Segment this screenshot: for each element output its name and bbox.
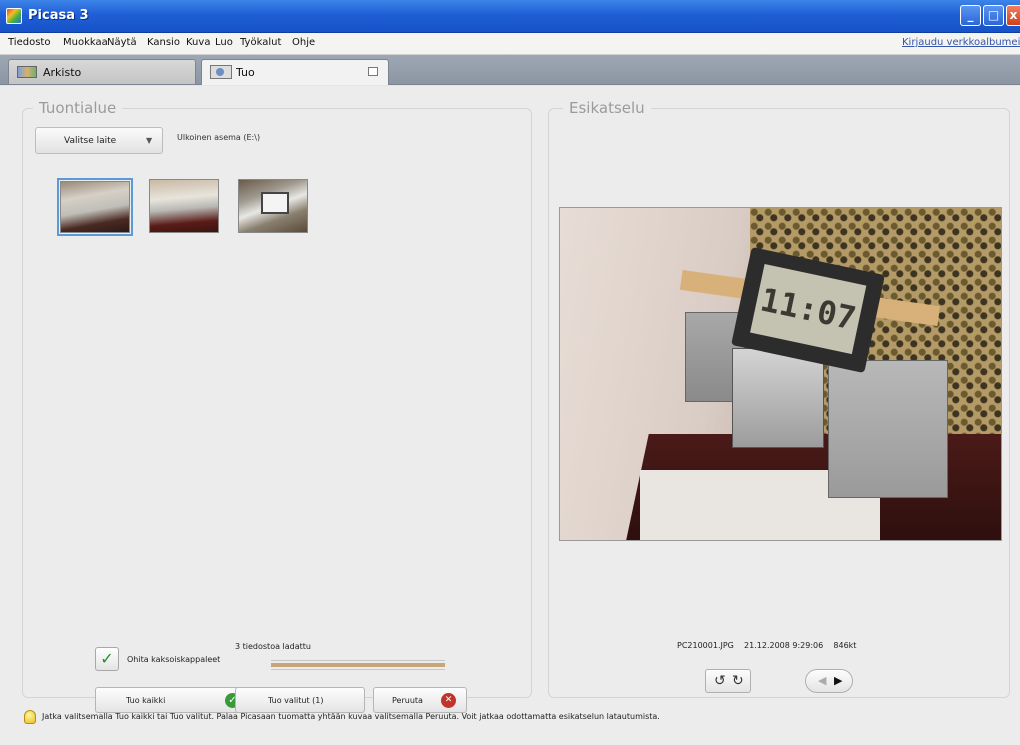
menu-nayta[interactable]: Näytä (107, 37, 137, 48)
nav-buttons: ◀ ▶ (805, 669, 853, 693)
thumbnail-1[interactable] (57, 178, 133, 236)
minimize-button[interactable]: _ (960, 5, 981, 26)
signin-link[interactable]: Kirjaudu verkkoalbumeihin (902, 37, 1020, 48)
import-view: Tuontialue Valitse laite ▼ Ulkoinen asem… (0, 86, 1020, 745)
tab-strip: Arkisto Tuo (0, 55, 1020, 85)
import-selected-label: Tuo valitut (1) (268, 696, 324, 705)
skip-duplicates-checkbox[interactable]: ✓ (95, 647, 119, 671)
library-icon (17, 66, 37, 78)
maximize-button[interactable]: □ (983, 5, 1004, 26)
preview-stereo (732, 348, 824, 448)
hint-text: Jatka valitsemalla Tuo kaikki tai Tuo va… (42, 712, 660, 721)
lightbulb-icon (24, 710, 36, 724)
drive-label: Ulkoinen asema (E:\) (177, 133, 261, 142)
rotate-buttons: ↺ ↻ (705, 669, 751, 693)
picasa-logo-icon (6, 8, 22, 24)
skip-duplicates-label: Ohita kaksoiskappaleet (127, 655, 221, 664)
next-icon[interactable]: ▶ (834, 674, 842, 687)
tab-arkisto[interactable]: Arkisto (8, 59, 196, 84)
thumbnail-3[interactable] (238, 179, 308, 233)
tab-close-icon[interactable] (368, 67, 378, 76)
tab-tuo[interactable]: Tuo (201, 59, 389, 85)
menu-muokkaa[interactable]: Muokkaa (63, 37, 108, 48)
preview-file-info: PC210001.JPG 21.12.2008 9:29:06 846kt (677, 641, 856, 650)
cancel-circle-icon: ✕ (441, 693, 456, 708)
preview-panel: Esikatselu 11:07 PC210001.JPG 21.12.2008… (548, 99, 1010, 698)
select-device-label: Valitse laite (64, 136, 117, 146)
preview-filename: PC210001.JPG (677, 641, 734, 650)
chevron-down-icon: ▼ (146, 136, 153, 145)
preview-speaker-right (828, 360, 948, 498)
previous-icon[interactable]: ◀ (818, 674, 826, 687)
menu-luo[interactable]: Luo (215, 37, 233, 48)
preview-title: Esikatselu (563, 99, 651, 117)
menu-kansio[interactable]: Kansio (147, 37, 180, 48)
progress-label: 3 tiedostoa ladattu (235, 642, 311, 651)
cancel-label: Peruuta (392, 696, 423, 705)
import-area-title: Tuontialue (33, 99, 123, 117)
rotate-right-icon[interactable]: ↻ (732, 673, 744, 689)
menu-tiedosto[interactable]: Tiedosto (8, 37, 50, 48)
cancel-button[interactable]: Peruuta ✕ (373, 687, 467, 713)
menu-kuva[interactable]: Kuva (186, 37, 210, 48)
window-title: Picasa 3 (28, 8, 89, 23)
import-all-button[interactable]: Tuo kaikki ✓ (95, 687, 251, 713)
import-selected-button[interactable]: Tuo valitut (1) (235, 687, 365, 713)
close-button[interactable]: x (1006, 5, 1020, 26)
preview-datetime: 21.12.2008 9:29:06 (744, 641, 824, 650)
import-area-panel: Tuontialue Valitse laite ▼ Ulkoinen asem… (22, 99, 532, 713)
import-all-label: Tuo kaikki (126, 696, 166, 705)
import-icon (210, 65, 232, 79)
rotate-left-icon[interactable]: ↺ (714, 673, 726, 689)
preview-image: 11:07 (559, 207, 1002, 541)
thumbnail-2[interactable] (149, 179, 219, 233)
tab-label: Arkisto (43, 66, 82, 79)
select-device-dropdown[interactable]: Valitse laite ▼ (35, 127, 163, 154)
menu-ohje[interactable]: Ohje (292, 37, 315, 48)
preview-clock-display: 11:07 (750, 263, 867, 355)
menu-tyokalut[interactable]: Työkalut (240, 37, 281, 48)
preview-filesize: 846kt (833, 641, 857, 650)
tab-label: Tuo (236, 66, 255, 79)
title-bar: Picasa 3 _ □ x (0, 0, 1020, 33)
progress-bar (271, 660, 445, 670)
progress-fill (271, 663, 445, 667)
menu-bar: Tiedosto Muokkaa Näytä Kansio Kuva Luo T… (0, 33, 1020, 55)
